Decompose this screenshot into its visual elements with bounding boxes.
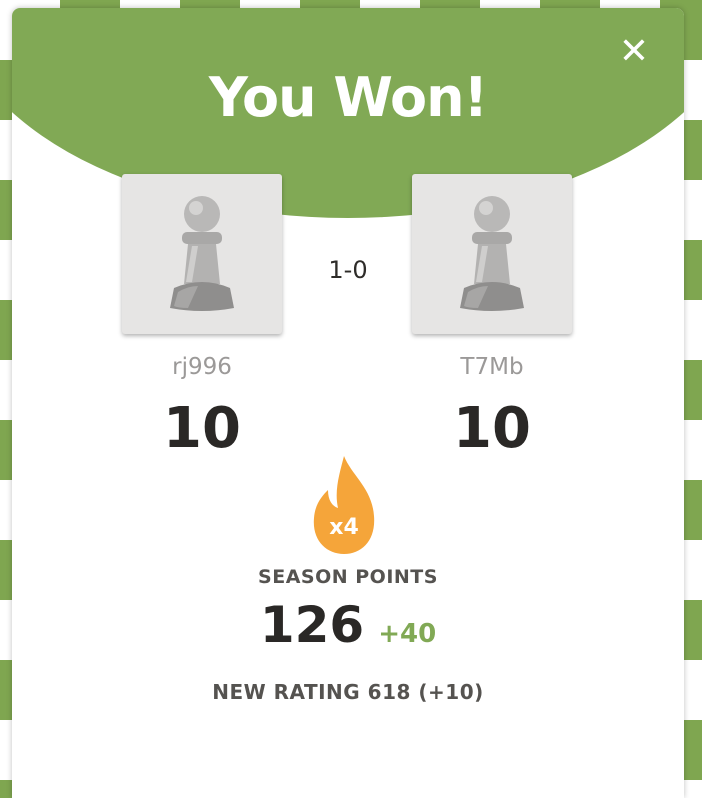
pawn-icon — [460, 196, 524, 311]
game-over-modal: You Won! ✕ 1-0 rj996 T7Mb 10 10 x4 SEASO… — [12, 8, 684, 798]
season-points-row: 126 +40 — [12, 596, 684, 660]
season-points-value: 126 — [259, 596, 365, 654]
season-points-delta: +40 — [378, 619, 437, 649]
player-username[interactable]: rj996 — [122, 354, 282, 380]
opponent-username[interactable]: T7Mb — [412, 354, 572, 380]
season-points-label: SEASON POINTS — [258, 566, 438, 588]
modal-title: You Won! — [208, 66, 488, 129]
flame-icon — [313, 456, 375, 554]
opponent-rating: 10 — [453, 396, 531, 461]
season-multiplier: x4 — [329, 515, 359, 540]
pawn-icon — [170, 196, 234, 311]
close-icon[interactable]: ✕ — [614, 32, 654, 72]
new-rating-text: NEW RATING 618 (+10) — [212, 680, 484, 704]
game-score: 1-0 — [328, 256, 368, 284]
player-avatar-black[interactable] — [412, 174, 572, 334]
player-rating: 10 — [163, 396, 241, 461]
player-avatar-white[interactable] — [122, 174, 282, 334]
